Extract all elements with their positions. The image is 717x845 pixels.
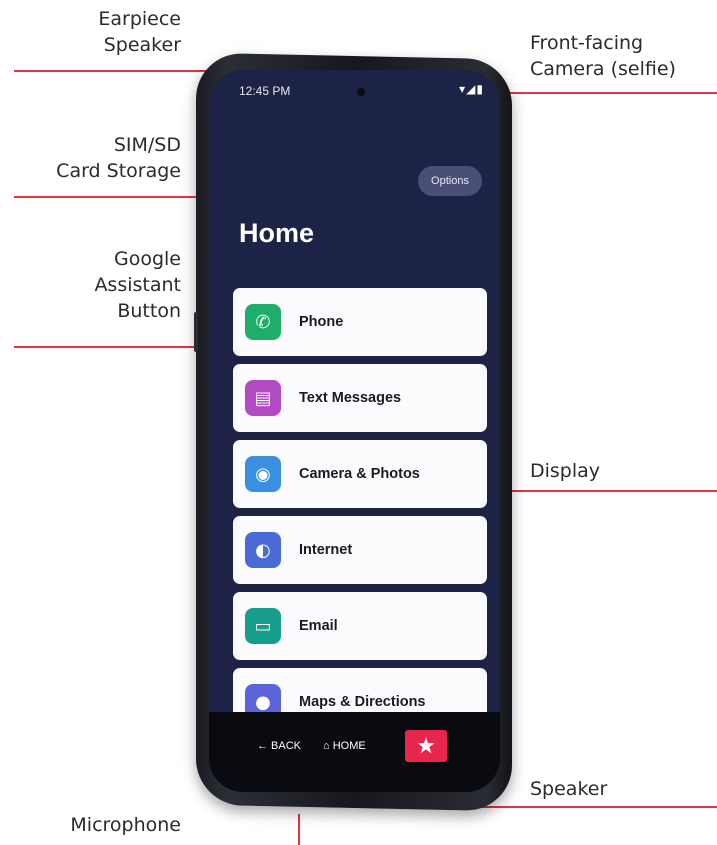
phone-screen: 12:45 PM ▾◢▮ Options Home ✆ Phone ▤ Text… — [209, 70, 500, 792]
callout-front-camera: Front-facing Camera (selfie) — [530, 30, 676, 82]
leader-google-assistant — [14, 346, 204, 348]
page-title: Home — [239, 218, 315, 248]
callout-microphone: Microphone — [70, 814, 181, 836]
callout-google-line2: Assistant — [94, 274, 181, 296]
app-item-label: Text Messages — [299, 390, 402, 406]
app-item-internet[interactable]: ◐ Internet — [233, 516, 487, 584]
callout-earpiece-line1: Earpiece — [98, 8, 181, 30]
options-button[interactable]: Options — [418, 166, 482, 196]
callout-speaker: Speaker — [530, 778, 608, 800]
app-item-label: Phone — [299, 314, 344, 330]
callout-google-assistant: Google Assistant Button — [94, 246, 181, 324]
app-item-text-messages[interactable]: ▤ Text Messages — [233, 364, 487, 432]
callout-sim-sd-line2: Card Storage — [56, 160, 181, 182]
app-list: ✆ Phone ▤ Text Messages ◉ Camera & Photo… — [233, 288, 487, 744]
status-icons: ▾◢▮ — [459, 82, 484, 96]
callout-earpiece-speaker: Earpiece Speaker — [98, 6, 181, 58]
camera-icon: ◉ — [245, 456, 281, 492]
callout-front-camera-line1: Front-facing — [530, 32, 644, 54]
urgent-response-star-button[interactable]: ★ — [405, 730, 447, 762]
callout-google-line3: Button — [117, 300, 181, 322]
phone-icon: ✆ — [245, 304, 281, 340]
app-item-label: Email — [299, 618, 338, 634]
app-item-phone[interactable]: ✆ Phone — [233, 288, 487, 356]
home-button[interactable]: ⌂ HOME — [323, 740, 366, 752]
bottom-nav-bar: ← BACK ⌂ HOME ★ — [209, 712, 500, 792]
app-item-label: Camera & Photos — [299, 466, 420, 482]
globe-icon: ◐ — [245, 532, 281, 568]
text-message-icon: ▤ — [245, 380, 281, 416]
app-item-label: Maps & Directions — [299, 694, 426, 710]
leader-microphone — [298, 814, 300, 845]
app-item-label: Internet — [299, 542, 353, 558]
app-item-email[interactable]: ▭ Email — [233, 592, 487, 660]
callout-front-camera-line2: Camera (selfie) — [530, 58, 676, 80]
leader-sim-sd — [14, 196, 204, 198]
front-camera — [357, 88, 365, 96]
status-time: 12:45 PM — [239, 84, 291, 98]
callout-sim-sd-line1: SIM/SD — [113, 134, 181, 156]
callout-earpiece-line2: Speaker — [103, 34, 181, 56]
app-item-camera-photos[interactable]: ◉ Camera & Photos — [233, 440, 487, 508]
google-assistant-button — [194, 312, 198, 352]
callout-google-line1: Google — [113, 248, 181, 270]
callout-sim-sd: SIM/SD Card Storage — [56, 132, 181, 184]
callout-display: Display — [530, 460, 601, 482]
back-button[interactable]: ← BACK — [257, 740, 301, 752]
email-icon: ▭ — [245, 608, 281, 644]
